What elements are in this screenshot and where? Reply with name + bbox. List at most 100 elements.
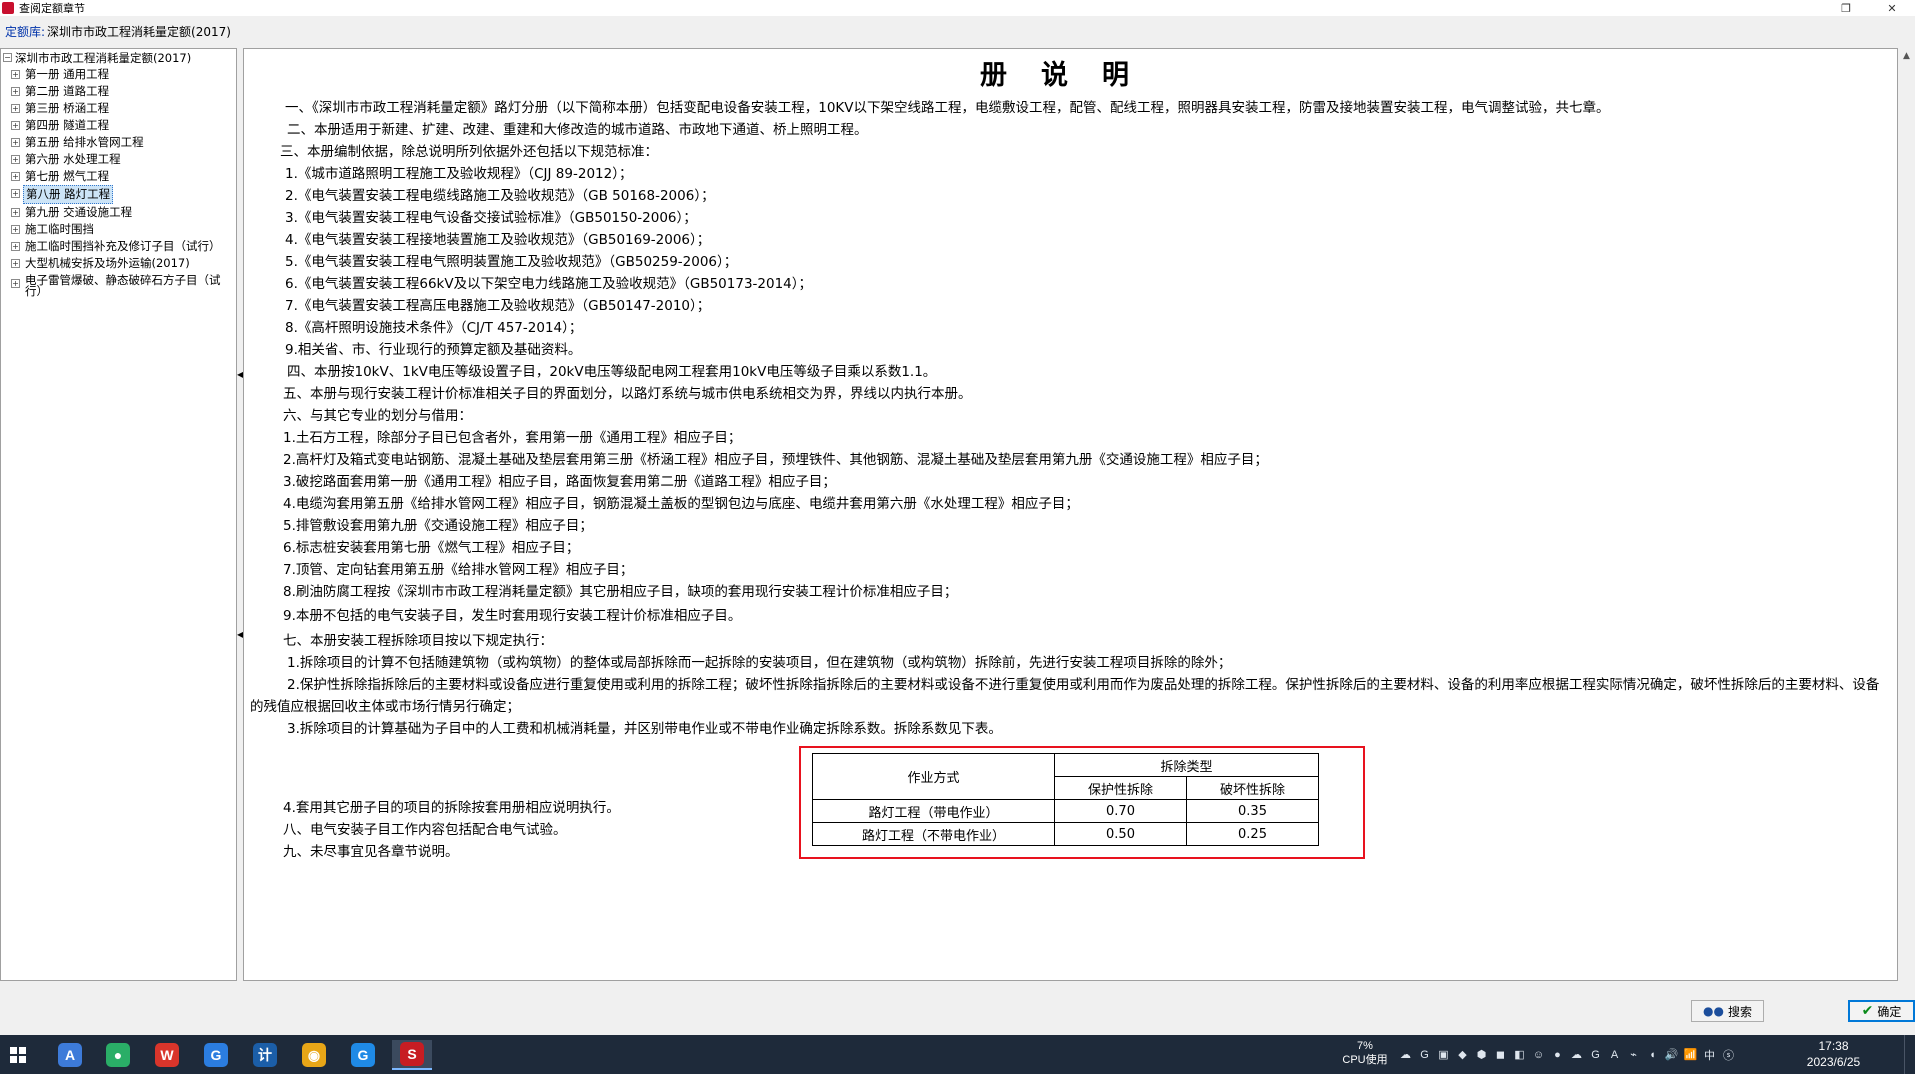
- tree-root-label: 深圳市市政工程消耗量定额(2017): [15, 50, 192, 65]
- expand-icon[interactable]: +: [11, 172, 20, 181]
- tray-icon[interactable]: ▣: [1434, 1035, 1453, 1074]
- scroll-up-icon[interactable]: ▲: [1898, 48, 1915, 65]
- header-work-mode: 作业方式: [812, 753, 1055, 800]
- taskbar-app-a-app[interactable]: A: [50, 1040, 90, 1070]
- tray-icon[interactable]: A: [1605, 1035, 1624, 1074]
- tray-icon[interactable]: ◆: [1453, 1035, 1472, 1074]
- chrome-icon: ◉: [302, 1043, 326, 1067]
- expand-icon[interactable]: +: [11, 259, 20, 268]
- tree-item-label: 第六册 水处理工程: [25, 152, 121, 166]
- taskbar-app-wechat[interactable]: ●: [98, 1040, 138, 1070]
- expand-icon[interactable]: +: [11, 155, 20, 164]
- tray-icon[interactable]: G: [1415, 1035, 1434, 1074]
- expand-icon[interactable]: +: [11, 189, 20, 198]
- taskbar-app-g-app-2[interactable]: G: [343, 1040, 383, 1070]
- tray-icon[interactable]: 📶: [1681, 1035, 1700, 1074]
- tree-item[interactable]: + 第一册 通用工程: [1, 66, 236, 83]
- tray-icon[interactable]: G: [1586, 1035, 1605, 1074]
- windows-icon: [10, 1046, 26, 1063]
- document-line: 2.《电气装置安装工程电缆线路施工及验收规范》（GB 50168-2006）；: [285, 188, 715, 204]
- ok-button[interactable]: ✔ 确定: [1848, 1000, 1915, 1022]
- start-button[interactable]: [0, 1035, 36, 1074]
- library-label: 定额库:: [5, 24, 46, 39]
- window-title: 查阅定额章节: [19, 2, 85, 15]
- expand-icon[interactable]: +: [11, 87, 20, 96]
- tree-item[interactable]: + 第五册 给排水管网工程: [1, 134, 236, 151]
- document-line: 5.《电气装置安装工程电气照明装置施工及验收规范》（GB50259-2006）；: [285, 254, 738, 270]
- library-info: 定额库: 深圳市市政工程消耗量定额(2017): [0, 18, 1915, 44]
- expand-icon[interactable]: +: [11, 121, 20, 130]
- tree-item-label: 第三册 桥涵工程: [25, 101, 110, 115]
- cpu-label: CPU使用: [1342, 1054, 1388, 1066]
- document-line: 1.土石方工程，除部分子目已包含者外，套用第一册《通用工程》相应子目；: [283, 430, 742, 446]
- show-desktop-button[interactable]: [1904, 1035, 1915, 1074]
- cell-mode: 路灯工程（不带电作业）: [812, 822, 1055, 846]
- restore-button[interactable]: ❐: [1823, 0, 1869, 16]
- tree-item[interactable]: + 第七册 燃气工程: [1, 168, 236, 185]
- tray-icon[interactable]: ☺: [1529, 1035, 1548, 1074]
- taskbar-app-wps[interactable]: W: [147, 1040, 187, 1070]
- document-line: 3.拆除项目的计算基础为子目中的人工费和机械消耗量，并区别带电作业或不带电作业确…: [287, 721, 1002, 737]
- taskbar-app-calc-app[interactable]: 计: [245, 1040, 285, 1070]
- button-bar: ●● 搜索 ✔ 确定: [0, 983, 1915, 1035]
- tree-item[interactable]: + 第四册 隧道工程: [1, 117, 236, 134]
- document-line: 4.套用其它册子目的项目的拆除按套用册相应说明执行。: [283, 800, 620, 816]
- tree-item[interactable]: + 第八册 路灯工程: [1, 185, 236, 204]
- cpu-percent: 7%: [1357, 1040, 1373, 1052]
- tree-item[interactable]: + 第六册 水处理工程: [1, 151, 236, 168]
- expand-icon[interactable]: +: [11, 70, 20, 79]
- search-button[interactable]: ●● 搜索: [1691, 1000, 1764, 1022]
- close-button[interactable]: ✕: [1869, 0, 1915, 16]
- document-view[interactable]: 册说明 一、《深圳市市政工程消耗量定额》路灯分册（以下简称本册）包括变配电设备安…: [243, 48, 1898, 981]
- collapse-icon[interactable]: −: [3, 53, 12, 62]
- expand-icon[interactable]: +: [11, 104, 20, 113]
- tree-item[interactable]: + 施工临时围挡: [1, 221, 236, 238]
- document-line: 四、本册按10kV、1kV电压等级设置子目，20kV电压等级配电网工程套用10k…: [287, 364, 937, 380]
- tray-icon[interactable]: ⌁: [1624, 1035, 1643, 1074]
- window-titlebar: 查阅定额章节 ❐ ✕: [0, 0, 1915, 16]
- expand-icon[interactable]: +: [11, 225, 20, 234]
- g-app-2-icon: G: [351, 1043, 375, 1067]
- tree-item[interactable]: + 第二册 道路工程: [1, 83, 236, 100]
- cell-destructive: 0.25: [1186, 822, 1319, 846]
- clock[interactable]: 17:38 2023/6/25: [1786, 1035, 1881, 1074]
- expand-icon[interactable]: +: [11, 138, 20, 147]
- tray-icon[interactable]: ⬢: [1472, 1035, 1491, 1074]
- tree-item[interactable]: + 施工临时围挡补充及修订子目（试行）: [1, 238, 236, 255]
- tray-icon[interactable]: ◼: [1491, 1035, 1510, 1074]
- expand-icon[interactable]: +: [11, 208, 20, 217]
- taskbar: A ● W G 计 ◉ G S 7% CPU使用 ☁ G ▣ ◆ ⬢ ◼ ◧ ☺ ● ☁ G A ⌁ ◖ 🔊 📶 中 ⓢ 17:…: [0, 1035, 1915, 1074]
- chapter-tree[interactable]: − 深圳市市政工程消耗量定额(2017) + 第一册 通用工程 + 第二册 道路工程 +…: [0, 48, 237, 981]
- taskbar-app-g-app-1[interactable]: G: [196, 1040, 236, 1070]
- tray-icon[interactable]: ◖: [1643, 1035, 1662, 1074]
- tree-item[interactable]: + 第三册 桥涵工程: [1, 100, 236, 117]
- tray-icon[interactable]: 中: [1700, 1035, 1719, 1074]
- tray-icon[interactable]: 🔊: [1662, 1035, 1681, 1074]
- tray-icon[interactable]: ◧: [1510, 1035, 1529, 1074]
- document-line: 二、本册适用于新建、扩建、改建、重建和大修改造的城市道路、市政地下通道、桥上照明…: [287, 122, 868, 138]
- tree-root[interactable]: − 深圳市市政工程消耗量定额(2017): [1, 49, 236, 66]
- document-line: 7.《电气装置安装工程高压电器施工及验收规范》（GB50147-2010）；: [285, 298, 711, 314]
- table-row: 路灯工程（带电作业） 0.70 0.35: [812, 799, 1319, 823]
- expand-icon[interactable]: +: [11, 279, 20, 288]
- expand-icon[interactable]: +: [11, 242, 20, 251]
- checkmark-icon: ✔: [1861, 1003, 1874, 1019]
- vertical-scrollbar[interactable]: ▲: [1898, 48, 1915, 981]
- calc-app-icon: 计: [253, 1043, 277, 1067]
- document-line: 6.《电气装置安装工程66kV及以下架空电力线路施工及验收规范》（GB50173…: [285, 276, 813, 292]
- tray-icon[interactable]: ☁: [1567, 1035, 1586, 1074]
- cpu-meter[interactable]: 7% CPU使用: [1335, 1035, 1395, 1074]
- g-app-1-icon: G: [204, 1043, 228, 1067]
- tree-item[interactable]: + 大型机械安拆及场外运输(2017): [1, 255, 236, 272]
- tree-item-label: 电子雷管爆破、静态破碎石方子目（试行）: [25, 273, 221, 298]
- document-line: 9.本册不包括的电气安装子目，发生时套用现行安装工程计价标准相应子目。: [283, 608, 742, 624]
- tray-icon[interactable]: ⓢ: [1719, 1035, 1738, 1074]
- tree-item[interactable]: + 电子雷管爆破、静态破碎石方子目（试行）: [1, 272, 236, 297]
- taskbar-app-chrome[interactable]: ◉: [294, 1040, 334, 1070]
- document-line: 八、电气安装子目工作内容包括配合电气试验。: [283, 822, 567, 838]
- tray-icon[interactable]: ☁: [1396, 1035, 1415, 1074]
- tree-item[interactable]: + 第九册 交通设施工程: [1, 204, 236, 221]
- taskbar-app-s-app[interactable]: S: [392, 1040, 432, 1070]
- tray-icon[interactable]: ●: [1548, 1035, 1567, 1074]
- document-line: 8.《高杆照明设施技术条件》（CJ/T 457-2014）；: [285, 320, 583, 336]
